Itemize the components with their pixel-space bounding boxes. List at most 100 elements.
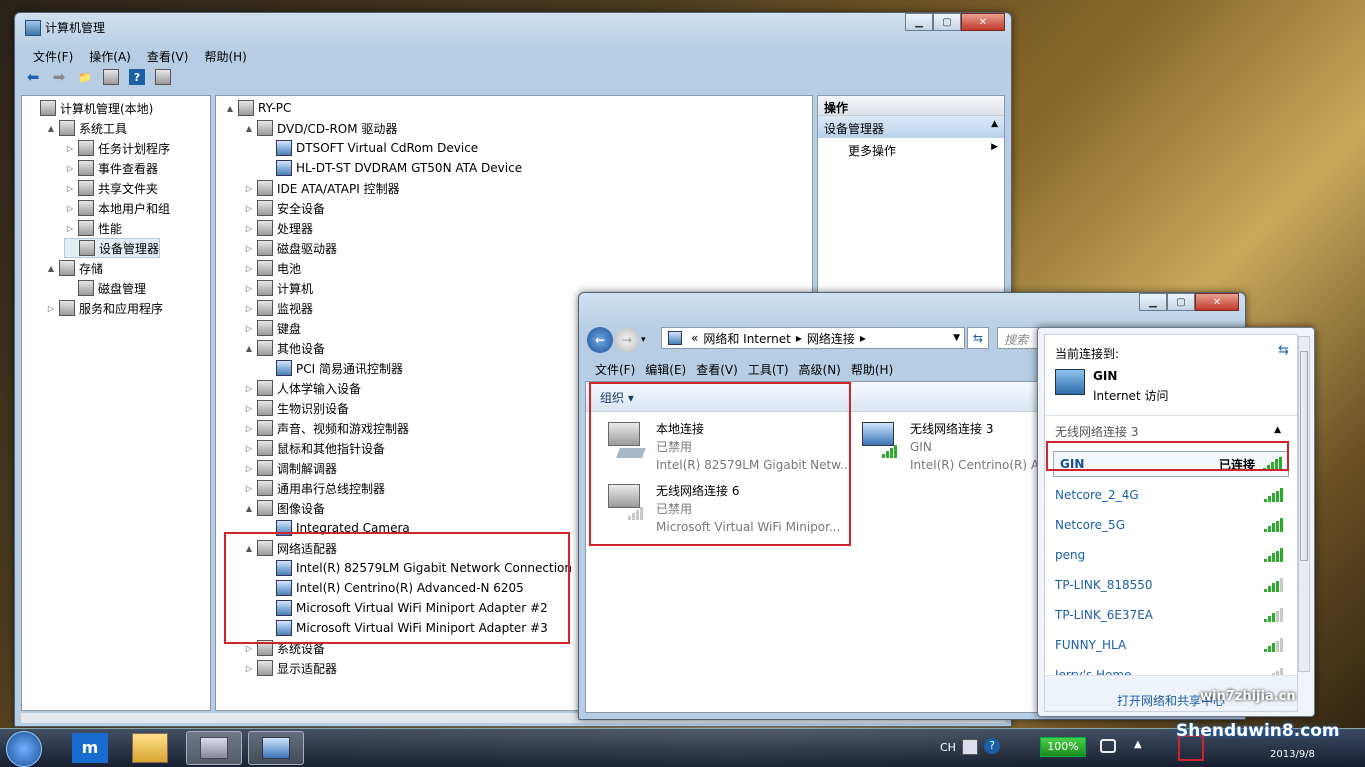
input-method-icon[interactable] (962, 739, 978, 755)
wifi-scrollbar[interactable] (1298, 336, 1310, 672)
maximize-button[interactable]: ▢ (933, 13, 961, 31)
device-tree-item[interactable]: ▷ 安全设备 (243, 198, 325, 218)
minimize-button[interactable]: ▁ (905, 13, 933, 31)
expand-toggle[interactable]: ▷ (64, 204, 76, 213)
tree-item[interactable]: ▲ 存储 (45, 258, 103, 278)
menu-view[interactable]: 查看(V) (139, 46, 197, 67)
device-tree-item[interactable]: ▲ 图像设备 (243, 498, 325, 518)
nc-forward-icon[interactable]: → (615, 328, 639, 352)
refresh-icon[interactable]: ⇆ (967, 327, 989, 349)
nc-menu-help[interactable]: 帮助(H) (846, 361, 898, 378)
device-tree-item[interactable]: ▷ 计算机 (243, 278, 313, 298)
device-tree-item[interactable]: ▷ 声音、视频和游戏控制器 (243, 418, 409, 438)
tree-item[interactable]: ▷ 任务计划程序 (64, 138, 170, 158)
nc-menu-advanced[interactable]: 高级(N) (794, 361, 846, 378)
device-tree-item[interactable]: ▲ RY-PC (224, 98, 291, 118)
device-tree-item[interactable]: ▷ 生物识别设备 (243, 398, 349, 418)
expand-toggle[interactable]: ▲ (243, 344, 255, 353)
expand-toggle[interactable]: ▷ (243, 644, 255, 653)
show-hide-tree-icon[interactable] (103, 69, 119, 85)
nc-menu-tools[interactable]: 工具(T) (743, 361, 794, 378)
clock-date[interactable]: 2013/9/8 (1270, 749, 1315, 760)
network-connections-task[interactable] (248, 731, 304, 765)
expand-toggle[interactable]: ▷ (243, 224, 255, 233)
breadcrumb-separator-2[interactable]: ▸ (860, 331, 866, 345)
back-arrow-icon[interactable]: ⬅ (25, 68, 41, 86)
tree-item[interactable]: 磁盘管理 (64, 278, 146, 298)
wifi-refresh-icon[interactable]: ⇆ (1278, 343, 1289, 358)
computer-management-task[interactable] (186, 731, 242, 765)
expand-toggle[interactable]: ▲ (243, 504, 255, 513)
expand-toggle[interactable]: ▲ (45, 264, 57, 273)
nc-minimize-button[interactable]: ▁ (1139, 293, 1167, 311)
breadcrumb-network-connections[interactable]: 网络连接 (807, 330, 855, 347)
device-tree-item[interactable]: ▷ 监视器 (243, 298, 313, 318)
expand-toggle[interactable]: ▷ (243, 304, 255, 313)
menu-help[interactable]: 帮助(H) (196, 46, 254, 67)
expand-toggle[interactable]: ▷ (243, 324, 255, 333)
expand-toggle[interactable]: ▷ (45, 304, 57, 313)
collapse-icon[interactable]: ▲ (991, 119, 998, 129)
up-folder-icon[interactable]: 📁 (77, 69, 93, 85)
nc-back-icon[interactable]: ← (587, 327, 613, 353)
menu-file[interactable]: 文件(F) (25, 46, 81, 67)
address-bar[interactable]: « 网络和 Internet ▸ 网络连接 ▸ ▼ (661, 327, 965, 349)
power-plug-icon[interactable] (1100, 739, 1116, 753)
wifi-network-item[interactable]: Netcore_5G (1055, 513, 1283, 537)
breadcrumb-overflow[interactable]: « (691, 331, 698, 345)
actions-section[interactable]: 设备管理器 ▲ (818, 116, 1004, 138)
expand-toggle[interactable]: ▲ (45, 124, 57, 133)
expand-toggle[interactable]: ▷ (243, 204, 255, 213)
conn-wireless-3[interactable]: 无线网络连接 3 GIN Intel(R) Centrino(R) Ad (860, 420, 1047, 474)
device-tree-item[interactable]: ▷ 处理器 (243, 218, 313, 238)
nc-menu-view[interactable]: 查看(V) (691, 361, 743, 378)
expand-toggle[interactable]: ▷ (64, 144, 76, 153)
expand-toggle[interactable]: ▷ (64, 164, 76, 173)
close-button[interactable]: ✕ (961, 13, 1005, 31)
nc-maximize-button[interactable]: ▢ (1167, 293, 1195, 311)
device-tree-item[interactable]: ▷ 调制解调器 (243, 458, 337, 478)
expand-toggle[interactable]: ▷ (243, 444, 255, 453)
nc-menu-edit[interactable]: 编辑(E) (640, 361, 691, 378)
tree-item[interactable]: ▷ 本地用户和组 (64, 198, 170, 218)
device-tree-item[interactable]: PCI 简易通讯控制器 (262, 358, 403, 378)
expand-toggle[interactable]: ▲ (224, 104, 236, 113)
tray-help-icon[interactable]: ? (984, 738, 1000, 754)
device-tree-item[interactable]: DTSOFT Virtual CdRom Device (262, 138, 478, 158)
tree-item[interactable]: ▷ 事件查看器 (64, 158, 158, 178)
expand-toggle[interactable]: ▷ (243, 424, 255, 433)
tree-item[interactable]: ▷ 共享文件夹 (64, 178, 158, 198)
device-tree-item[interactable]: ▷ 显示适配器 (243, 658, 337, 678)
wifi-network-item[interactable]: TP-LINK_6E37EA (1055, 603, 1283, 627)
expand-toggle[interactable]: ▷ (243, 244, 255, 253)
device-tree-item[interactable]: ▷ 通用串行总线控制器 (243, 478, 385, 498)
expand-toggle[interactable]: ▷ (243, 184, 255, 193)
more-actions[interactable]: 更多操作 ▶ (818, 138, 1004, 159)
expand-toggle[interactable]: ▲ (243, 124, 255, 133)
title-bar[interactable]: 计算机管理 (23, 19, 105, 36)
wifi-network-item[interactable]: FUNNY_HLA (1055, 633, 1283, 657)
expand-toggle[interactable]: ▷ (243, 484, 255, 493)
device-tree-item[interactable]: ▲ 其他设备 (243, 338, 325, 358)
help-icon[interactable]: ? (129, 69, 145, 85)
tree-item[interactable]: 设备管理器 (64, 238, 161, 258)
device-tree-item[interactable]: ▷ 电池 (243, 258, 301, 278)
device-tree-item[interactable]: HL-DT-ST DVDRAM GT50N ATA Device (262, 158, 522, 178)
tree-item[interactable]: ▷ 服务和应用程序 (45, 298, 163, 318)
device-tree-item[interactable]: ▷ 人体学输入设备 (243, 378, 361, 398)
wifi-collapse-icon[interactable]: ▲ (1274, 425, 1281, 435)
address-dropdown-icon[interactable]: ▼ (953, 333, 960, 343)
expand-toggle[interactable]: ▷ (243, 384, 255, 393)
wifi-network-item[interactable]: Netcore_2_4G (1055, 483, 1283, 507)
device-tree-item[interactable]: ▷ IDE ATA/ATAPI 控制器 (243, 178, 400, 198)
forward-arrow-icon[interactable]: ➡ (51, 68, 67, 86)
wifi-network-item[interactable]: TP-LINK_818550 (1055, 573, 1283, 597)
device-tree-item[interactable]: ▲ DVD/CD-ROM 驱动器 (243, 118, 397, 138)
language-indicator[interactable]: CH (940, 741, 956, 754)
nc-menu-file[interactable]: 文件(F) (585, 361, 640, 378)
menu-action[interactable]: 操作(A) (81, 46, 139, 67)
expand-toggle[interactable]: ▷ (243, 404, 255, 413)
expand-toggle[interactable]: ▷ (243, 284, 255, 293)
nc-history-icon[interactable]: ▾ (641, 335, 646, 345)
nc-close-button[interactable]: ✕ (1195, 293, 1239, 311)
